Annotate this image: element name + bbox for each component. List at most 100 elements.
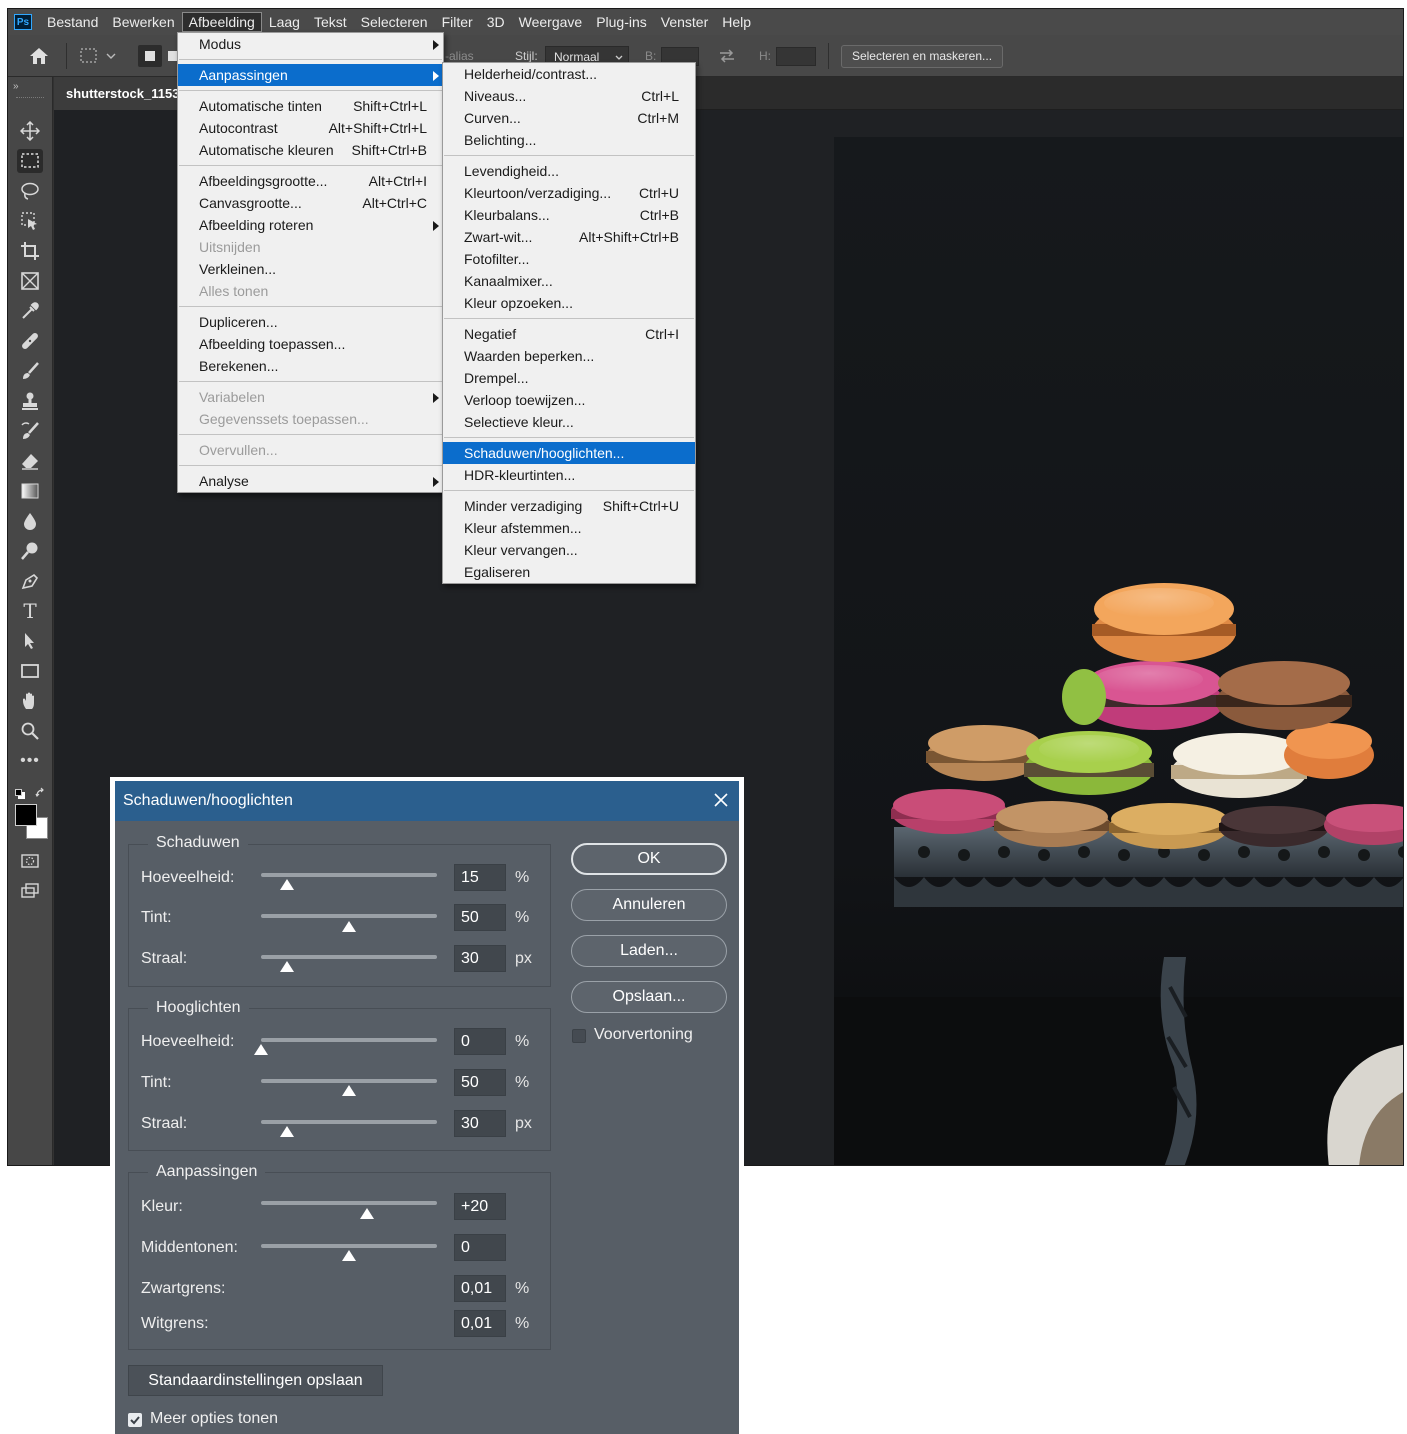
dialog-titlebar[interactable]: Schaduwen/hooglichten <box>115 781 739 821</box>
lasso-tool-icon[interactable] <box>17 179 43 203</box>
image-menu-item-aanpassingen[interactable]: Aanpassingen <box>178 64 443 86</box>
adjustments-menu-item-kleurtoon-verzadiging[interactable]: Kleurtoon/verzadiging... Ctrl+U <box>443 182 695 204</box>
image-menu-item-afbeeldingsgrootte[interactable]: Afbeeldingsgrootte... Alt+Ctrl+I <box>178 170 443 192</box>
home-icon[interactable] <box>28 46 50 66</box>
highlights-radius-slider-track[interactable] <box>261 1120 437 1124</box>
collapse-panel-icon[interactable]: » <box>13 81 19 92</box>
highlights-amount-slider-track[interactable] <box>261 1038 437 1042</box>
adjustments-menu-item-schaduwen-hooglichten[interactable]: Schaduwen/hooglichten... <box>443 442 695 464</box>
select-and-mask-button[interactable]: Selecteren en maskeren... <box>841 45 1003 68</box>
adjustments-menu-item-curven[interactable]: Curven... Ctrl+M <box>443 107 695 129</box>
adjustments-menu-item-selectieve-kleur[interactable]: Selectieve kleur... <box>443 411 695 433</box>
image-menu-item-dupliceren[interactable]: Dupliceren... <box>178 311 443 333</box>
menu-bewerken[interactable]: Bewerken <box>105 12 181 32</box>
shadows-amount-slider-track[interactable] <box>261 873 437 877</box>
rectangular-marquee-tool-icon[interactable] <box>17 149 43 173</box>
dodge-tool-icon[interactable] <box>17 539 43 563</box>
black-clip-input[interactable]: 0,01 <box>454 1275 506 1302</box>
menu-help[interactable]: Help <box>715 12 758 32</box>
midtone-slider-thumb[interactable] <box>342 1250 356 1261</box>
menu-selecteren[interactable]: Selecteren <box>354 12 435 32</box>
menu-weergave[interactable]: Weergave <box>512 12 590 32</box>
shadows-amount-slider-thumb[interactable] <box>280 879 295 890</box>
gradient-tool-icon[interactable] <box>17 479 43 503</box>
object-selection-tool-icon[interactable] <box>17 209 43 233</box>
swap-colors-icon[interactable] <box>35 787 47 799</box>
adjustments-menu-item-kanaalmixer[interactable]: Kanaalmixer... <box>443 270 695 292</box>
shadows-radius-input[interactable]: 30 <box>454 945 506 972</box>
adjustments-menu-item-kleur-vervangen[interactable]: Kleur vervangen... <box>443 539 695 561</box>
history-brush-tool-icon[interactable] <box>17 419 43 443</box>
menu-venster[interactable]: Venster <box>654 12 715 32</box>
shadows-radius-slider-track[interactable] <box>261 955 437 959</box>
midtone-slider-track[interactable] <box>261 1244 437 1248</box>
highlights-amount-input[interactable]: 0 <box>454 1028 506 1055</box>
menu-plug-ins[interactable]: Plug-ins <box>589 12 654 32</box>
adjustments-menu-item-waarden-beperken[interactable]: Waarden beperken... <box>443 345 695 367</box>
image-menu-item-autocontrast[interactable]: Autocontrast Alt+Shift+Ctrl+L <box>178 117 443 139</box>
menu-tekst[interactable]: Tekst <box>307 12 354 32</box>
adjustments-menu-item-negatief[interactable]: Negatief Ctrl+I <box>443 323 695 345</box>
more-tools-icon[interactable]: ••• <box>17 749 43 773</box>
close-icon[interactable] <box>713 792 729 808</box>
menu-afbeelding[interactable]: Afbeelding <box>181 12 262 32</box>
eyedropper-tool-icon[interactable] <box>17 299 43 323</box>
shadows-tone-input[interactable]: 50 <box>454 904 506 931</box>
new-selection-icon[interactable] <box>138 45 162 67</box>
image-menu-item-verkleinen[interactable]: Verkleinen... <box>178 258 443 280</box>
frame-tool-icon[interactable] <box>17 269 43 293</box>
shadows-amount-input[interactable]: 15 <box>454 864 506 891</box>
image-menu-item-afbeelding-roteren[interactable]: Afbeelding roteren <box>178 214 443 236</box>
adjustments-menu-item-verloop-toewijzen[interactable]: Verloop toewijzen... <box>443 389 695 411</box>
quick-mask-icon[interactable] <box>17 849 43 873</box>
image-menu-item-analyse[interactable]: Analyse <box>178 470 443 492</box>
adjustments-menu-item-fotofilter[interactable]: Fotofilter... <box>443 248 695 270</box>
highlights-amount-slider-thumb[interactable] <box>254 1044 268 1055</box>
adjustments-menu-item-levendigheid[interactable]: Levendigheid... <box>443 160 695 182</box>
height-input[interactable] <box>776 47 816 66</box>
path-selection-tool-icon[interactable] <box>17 629 43 653</box>
save-defaults-button[interactable]: Standaardinstellingen opslaan <box>128 1365 383 1396</box>
image-menu-item-automatische-kleuren[interactable]: Automatische kleuren Shift+Ctrl+B <box>178 139 443 161</box>
clone-stamp-tool-icon[interactable] <box>17 389 43 413</box>
adjustments-menu-item-kleur-afstemmen[interactable]: Kleur afstemmen... <box>443 517 695 539</box>
adjustments-menu-item-kleurbalans[interactable]: Kleurbalans... Ctrl+B <box>443 204 695 226</box>
foreground-color-swatch[interactable] <box>15 804 37 826</box>
adjustments-menu-item-hdr-kleurtinten[interactable]: HDR-kleurtinten... <box>443 464 695 486</box>
image-menu-item-automatische-tinten[interactable]: Automatische tinten Shift+Ctrl+L <box>178 95 443 117</box>
adjustments-menu-item-drempel[interactable]: Drempel... <box>443 367 695 389</box>
shadows-tone-slider-track[interactable] <box>261 914 437 918</box>
hand-tool-icon[interactable] <box>17 689 43 713</box>
color-input[interactable]: +20 <box>454 1193 506 1220</box>
shadows-radius-slider-thumb[interactable] <box>280 961 295 972</box>
highlights-radius-input[interactable]: 30 <box>454 1110 506 1137</box>
white-clip-input[interactable]: 0,01 <box>454 1310 506 1337</box>
rectangle-tool-icon[interactable] <box>17 659 43 683</box>
adjustments-menu-item-zwart-wit[interactable]: Zwart-wit... Alt+Shift+Ctrl+B <box>443 226 695 248</box>
brush-tool-icon[interactable] <box>17 359 43 383</box>
adjustments-menu-item-minder-verzadiging[interactable]: Minder verzadiging Shift+Ctrl+U <box>443 495 695 517</box>
adjustments-menu-item-kleur-opzoeken[interactable]: Kleur opzoeken... <box>443 292 695 314</box>
highlights-tone-slider-track[interactable] <box>261 1079 437 1083</box>
load-button[interactable]: Laden... <box>571 935 727 967</box>
marquee-tool-preset-icon[interactable] <box>80 48 120 64</box>
midtone-input[interactable]: 0 <box>454 1234 506 1261</box>
color-slider-track[interactable] <box>261 1201 437 1205</box>
adjustments-menu-item-egaliseren[interactable]: Egaliseren <box>443 561 695 583</box>
highlights-radius-slider-thumb[interactable] <box>280 1126 295 1137</box>
highlights-tone-slider-thumb[interactable] <box>342 1085 356 1096</box>
swap-dimensions-icon[interactable] <box>718 48 736 64</box>
color-slider-thumb[interactable] <box>359 1208 374 1219</box>
preview-checkbox[interactable] <box>572 1029 586 1043</box>
blur-tool-icon[interactable] <box>17 509 43 533</box>
adjustments-menu-item-helderheid-contrast[interactable]: Helderheid/contrast... <box>443 63 695 85</box>
cancel-button[interactable]: Annuleren <box>571 889 727 921</box>
screen-mode-icon[interactable] <box>17 879 43 903</box>
ok-button[interactable]: OK <box>571 843 727 875</box>
menu-3d[interactable]: 3D <box>480 12 512 32</box>
menu-laag[interactable]: Laag <box>262 12 307 32</box>
type-tool-icon[interactable]: T <box>17 599 43 623</box>
adjustments-menu-item-niveaus[interactable]: Niveaus... Ctrl+L <box>443 85 695 107</box>
crop-tool-icon[interactable] <box>17 239 43 263</box>
shadows-tone-slider-thumb[interactable] <box>342 921 356 932</box>
